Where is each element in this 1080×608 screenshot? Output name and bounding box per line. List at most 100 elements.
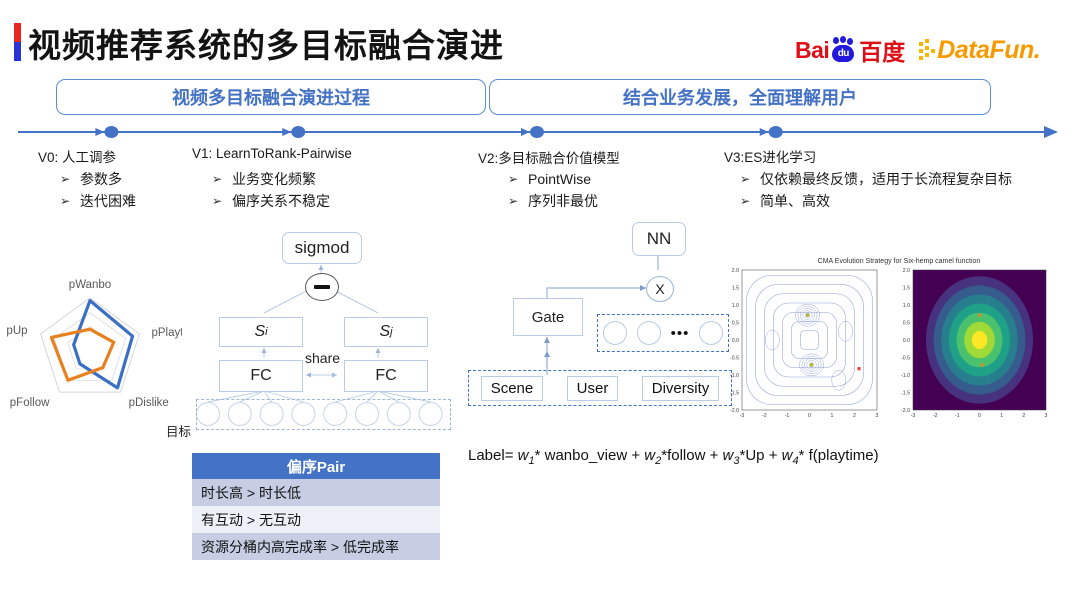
y-tick-label: 0.5 [732, 320, 739, 326]
formula-term: * f(playtime) [798, 447, 879, 464]
input-layer-label: 目标 [166, 425, 192, 439]
y-tick-label: 1.5 [732, 285, 739, 291]
sigmod-box: sigmod [282, 232, 362, 264]
timeline-label-v3: V3:ES进化学习 [724, 150, 817, 165]
x-tick-label: 3 [1045, 413, 1048, 419]
x-tick-label: 0 [978, 413, 981, 419]
logo-group: Bai du 百度 DataFun. [795, 33, 1041, 67]
formula-weight: w [781, 447, 793, 464]
page-title: 视频推荐系统的多目标融合演进 [28, 27, 504, 64]
bullet-marker-icon: ➢ [508, 172, 519, 186]
title-accent-bar [14, 23, 21, 61]
formula-weight: w [644, 447, 656, 464]
ellipsis-label: ••• [670, 324, 690, 342]
y-tick-label: 0.0 [903, 338, 910, 344]
x-tick-label: -2 [762, 413, 767, 419]
radar-axis-label: pWanbo [69, 279, 111, 291]
baidu-logo: Bai du 百度 [795, 33, 905, 67]
bullet-text: 仅依赖最终反馈，适用于长流程复杂目标 [760, 171, 1012, 187]
bullet-text: 偏序关系不稳定 [232, 193, 330, 209]
plot-marker [809, 363, 814, 367]
plot-marker [805, 313, 810, 317]
embedding-circle [602, 321, 627, 345]
baidu-paw-label: du [832, 45, 855, 62]
y-tick-label: -1.0 [901, 373, 910, 379]
table-row: 资源分桶内高完成率 > 低完成率 [192, 533, 440, 560]
bullet-text: 序列非最优 [528, 193, 598, 209]
x-tick-label: -3 [740, 413, 745, 419]
bullets-v1: ➢ 业务变化频繁 ➢ 偏序关系不稳定 [212, 168, 330, 212]
radar-axis-label: pPlaytime [151, 327, 182, 339]
x-tick-label: 2 [853, 413, 856, 419]
formula-term: *follow [661, 447, 706, 464]
bullet-text: 参数多 [80, 171, 122, 187]
filled-contour-plot: -3 -2 -1 0 1 2 3 -2.0 -1.5 -1.0 -0.5 0.0 0.5 1.0 1.5 2.… [901, 268, 1048, 419]
cma-plot-panel: CMA Evolution Strategy for Six-hemp came… [718, 256, 1080, 432]
bullet-item: ➢ 序列非最优 [508, 190, 598, 212]
table-row: 时长高 > 时长低 [192, 479, 440, 506]
bullet-marker-icon: ➢ [740, 172, 751, 186]
plot-marker [977, 313, 982, 317]
nn-box: NN [632, 222, 686, 256]
formula-weight: w [517, 447, 529, 464]
datafun-logo: DataFun. [919, 35, 1041, 65]
radar-axis-label: pDislike [129, 397, 169, 409]
bullet-marker-icon: ➢ [212, 172, 223, 186]
score-i-box: Si [219, 317, 303, 347]
label-formula: Label= w1* wanbo_view + w2*follow + w3*U… [468, 447, 879, 467]
feature-scene: Scene [480, 375, 544, 401]
y-tick-label: 1.5 [903, 285, 910, 291]
feature-diversity: Diversity [641, 375, 720, 401]
formula-rhs: w1* wanbo_view + w2*follow + w3*Up + w4*… [517, 447, 879, 467]
y-tick-label: -1.5 [901, 390, 910, 396]
y-tick-label: 1.0 [903, 303, 910, 309]
bullet-marker-icon: ➢ [60, 172, 71, 186]
fc-right-box: FC [344, 360, 428, 392]
bullet-marker-icon: ➢ [60, 194, 71, 208]
bullet-item: ➢ PointWise [508, 168, 598, 190]
timeline-axis [18, 126, 1058, 138]
datafun-wordmark: DataFun. [937, 35, 1041, 64]
score-j-symbol: S [379, 323, 391, 340]
gate-box: Gate [513, 298, 583, 336]
x-tick-label: -2 [933, 413, 938, 419]
bullet-text: 迭代困难 [80, 193, 136, 209]
x-tick-label: -1 [955, 413, 960, 419]
x-tick-label: 0 [808, 413, 811, 419]
y-tick-label: 2.0 [903, 268, 910, 274]
y-tick-label: -0.5 [901, 355, 910, 361]
radar-chart: pWanbo pPlaytime pDislike pFollow pUp [6, 279, 182, 409]
baidu-paw-icon: du [830, 36, 856, 63]
plot-marker [980, 363, 984, 367]
x-tick-label: 1 [831, 413, 834, 419]
formula-weight: w [722, 447, 734, 464]
y-tick-label: 0.0 [732, 338, 739, 344]
timeline-label-v2: V2:多目标融合价值模型 [478, 151, 620, 166]
bullet-text: 简单、高效 [760, 193, 830, 209]
feature-user: User [566, 375, 619, 401]
bullet-marker-icon: ➢ [740, 194, 751, 208]
x-tick-label: -1 [785, 413, 790, 419]
multiply-operator-node: X [646, 276, 674, 302]
section-banner-left: 视频多目标融合演进过程 [56, 79, 486, 115]
v1-input-layer-box [196, 399, 451, 430]
bullet-item: ➢ 仅依赖最终反馈，适用于长流程复杂目标 [740, 168, 1012, 190]
baidu-wordmark: Bai [795, 36, 830, 63]
bullet-item: ➢ 参数多 [60, 168, 136, 190]
formula-term: * wanbo_view [534, 447, 628, 464]
cma-plots-svg: -3 -2 -1 0 1 2 3 -2.0 -1.5 -1.0 -0.5 0.0 0.5 1.0 1.5 2.… [730, 268, 1048, 419]
embedding-circle [636, 321, 661, 345]
y-tick-label: -1.0 [730, 373, 739, 379]
plot-marker [857, 367, 861, 371]
x-tick-label: -3 [911, 413, 916, 419]
bullet-text: 业务变化频繁 [232, 171, 316, 187]
bullet-item: ➢ 业务变化频繁 [212, 168, 330, 190]
datafun-dots-icon [919, 39, 936, 61]
y-tick-label: -1.5 [730, 390, 739, 396]
bullet-item: ➢ 简单、高效 [740, 190, 1012, 212]
y-tick-label: 0.5 [903, 320, 910, 326]
score-i-symbol: S [254, 323, 266, 340]
y-tick-label: 1.0 [732, 303, 739, 309]
embedding-circles-box: ••• [597, 314, 729, 352]
radar-axis-label: pFollow [10, 397, 50, 409]
